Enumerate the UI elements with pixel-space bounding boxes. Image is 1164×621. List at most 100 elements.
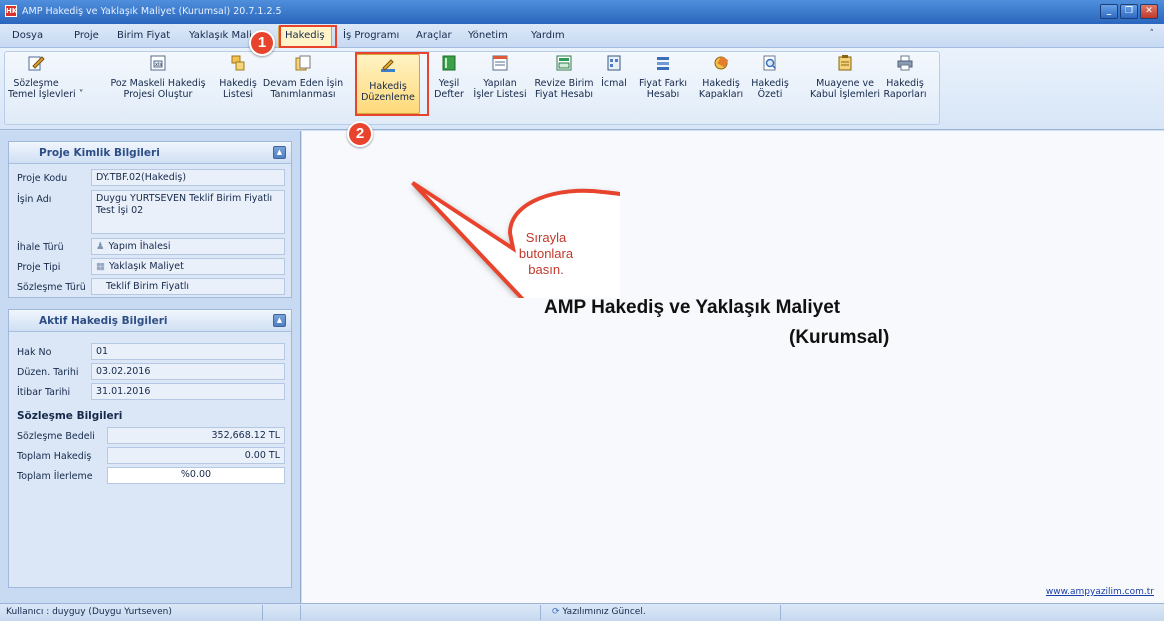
svg-text:xls: xls: [155, 62, 162, 68]
sozlesme-turu-field: Teklif Birim Fiyatlı: [91, 278, 285, 295]
active-progress-title: Aktif Hakediş Bilgileri: [39, 315, 168, 327]
green-book-icon: [442, 55, 456, 71]
duzen-tarihi-field: 03.02.2016: [91, 363, 285, 380]
isin-adi-field: Duygu YURTSEVEN Teklif Birim Fiyatlı Tes…: [91, 190, 285, 234]
itibar-tarihi-field: 31.01.2016: [91, 383, 285, 400]
hakedis-kapaklari-label-1: Hakediş: [702, 78, 740, 89]
yesil-defter-label-1: Yeşil: [438, 78, 460, 89]
hakedis-ozeti-label-1: Hakediş: [751, 78, 789, 89]
folders-icon: [231, 55, 245, 71]
status-user: Kullanıcı : duyguy (Duygu Yurtseven): [6, 607, 172, 617]
hakedis-kapaklari-label-2: Kapakları: [698, 89, 744, 100]
hakedis-ozeti-button[interactable]: Hakediş Özeti: [750, 54, 790, 100]
collapse-up-icon[interactable]: ▲: [273, 146, 286, 159]
collapse-up-icon[interactable]: ▲: [273, 314, 286, 327]
yesil-defter-label-2: Defter: [434, 89, 464, 100]
app-icon: HK: [5, 5, 18, 17]
proje-kodu-field: DY.TBF.02(Hakediş): [91, 169, 285, 186]
devam-eden-label-1: Devam Eden İşin: [262, 78, 344, 89]
status-separator: [540, 605, 541, 620]
brand-title: AMP Hakediş ve Yaklaşık Maliyet: [544, 297, 841, 318]
hakedis-kapaklari-button[interactable]: Hakediş Kapakları: [698, 54, 744, 100]
status-update-text: Yazılımınız Güncel.: [562, 607, 646, 617]
hakedis-menu-highlight: [279, 25, 337, 48]
proje-tipi-label: Proje Tipi: [17, 262, 61, 273]
fiyat-farki-label-2: Hesabı: [646, 89, 680, 100]
menu-araclar[interactable]: Araçlar: [416, 30, 452, 41]
project-info-header: Proje Kimlik Bilgileri ▲: [9, 142, 291, 164]
project-info-title: Proje Kimlik Bilgileri: [39, 147, 160, 159]
toplam-hakedis-label: Toplam Hakediş: [17, 451, 92, 462]
left-pane: Proje Kimlik Bilgileri ▲ Proje Kodu DY.T…: [0, 131, 301, 603]
toplam-hakedis-field: 0.00 TL: [107, 447, 285, 464]
muayene-label-2: Kabul İşlemleri: [809, 89, 881, 100]
sozlesme-bedeli-label: Sözleşme Bedeli: [17, 431, 95, 442]
hakedis-raporlari-button[interactable]: Hakediş Raporları: [882, 54, 928, 100]
menu-birim-fiyat[interactable]: Birim Fiyat: [117, 30, 170, 41]
icmal-button[interactable]: İcmal: [598, 54, 630, 89]
restore-button[interactable]: ❐: [1120, 4, 1138, 19]
active-progress-header: Aktif Hakediş Bilgileri ▲: [9, 310, 291, 332]
muayene-ve-kabul-islemleri-button[interactable]: Muayene ve Kabul İşlemleri: [808, 54, 882, 100]
clipboard-icon: [838, 55, 852, 71]
fiyat-farki-hesabi-button[interactable]: Fiyat Farkı Hesabı: [634, 54, 692, 100]
hakedis-listesi-label-1: Hakediş: [219, 78, 257, 89]
yesil-defter-button[interactable]: Yeşil Defter: [432, 54, 466, 100]
status-update: ⟳ Yazılımınız Güncel.: [552, 607, 646, 617]
yapilan-isler-label-1: Yapılan: [483, 78, 517, 89]
hakedis-ozeti-label-2: Özeti: [757, 89, 783, 100]
title-bar: HK AMP Hakediş ve Yaklaşık Maliyet (Kuru…: [0, 0, 1164, 24]
window-title: AMP Hakediş ve Yaklaşık Maliyet (Kurumsa…: [22, 6, 282, 17]
sync-icon: ⟳: [552, 607, 560, 617]
devam-eden-isin-tanimlanmasi-button[interactable]: Devam Eden İşin Tanımlanması: [262, 54, 344, 100]
menu-bar: Dosya Proje Birim Fiyat Yaklaşık Mali Ha…: [0, 24, 1164, 48]
hak-no-field: 01: [91, 343, 285, 360]
muayene-label-1: Muayene ve: [816, 78, 874, 89]
yapilan-isler-listesi-button[interactable]: Yapılan İşler Listesi: [470, 54, 530, 100]
menu-proje[interactable]: Proje: [74, 30, 99, 41]
calc-sheet-icon: [556, 55, 572, 71]
progress-bar: %0.00: [107, 467, 285, 484]
menu-yonetim[interactable]: Yönetim: [468, 30, 508, 41]
covers-icon: [714, 56, 729, 70]
sozlesme-bilgileri-heading: Sözleşme Bilgileri: [17, 410, 123, 422]
status-bar: Kullanıcı : duyguy (Duygu Yurtseven) ⟳ Y…: [0, 603, 1164, 621]
poz-maskeli-label-1: Poz Maskeli Hakediş: [110, 78, 206, 89]
proje-tipi-field: ▦ Yaklaşık Maliyet: [91, 258, 285, 275]
speech-bubble-text: Sırayla butonlara basın.: [492, 230, 600, 278]
menu-is-programi[interactable]: İş Programı: [343, 30, 399, 41]
menu-dosya[interactable]: Dosya: [12, 30, 43, 41]
minimize-button[interactable]: _: [1100, 4, 1118, 19]
revize-birim-fiyat-hesabi-button[interactable]: Revize Birim Fiyat Hesabı: [533, 54, 595, 100]
close-button[interactable]: ✕: [1140, 4, 1158, 19]
ihale-turu-label: İhale Türü: [17, 242, 64, 253]
ihale-turu-field: ♟ Yapım İhalesi: [91, 238, 285, 255]
devam-eden-label-2: Tanımlanması: [270, 89, 336, 100]
sozlesme-temel-islevleri-button[interactable]: Sözleşme Temel İşlevleri ˅: [8, 54, 84, 100]
sozlesme-turu-label: Sözleşme Türü: [17, 282, 86, 293]
progress-text: %0.00: [180, 469, 212, 480]
speech-line-2: butonlara: [518, 246, 574, 261]
spreadsheet-icon: xls: [150, 55, 166, 71]
summary-icon: [607, 55, 621, 71]
sozlesme-bedeli-field: 352,668.12 TL: [107, 427, 285, 444]
hakedis-listesi-button[interactable]: Hakediş Listesi: [216, 54, 260, 100]
menu-yaklasik-maliyet[interactable]: Yaklaşık Mali: [189, 30, 252, 41]
project-info-panel: Proje Kimlik Bilgileri ▲ Proje Kodu DY.T…: [8, 141, 292, 298]
active-progress-panel: Aktif Hakediş Bilgileri ▲ Hak No 01 Düze…: [8, 309, 292, 588]
sozlesme-label-2: Temel İşlevleri ˅: [8, 89, 84, 100]
hakedis-raporlari-label-2: Raporları: [883, 89, 927, 100]
menu-yardim[interactable]: Yardım: [531, 30, 565, 41]
printer-icon: [897, 55, 913, 71]
poz-maskeli-hakedis-button[interactable]: xls Poz Maskeli Hakediş Projesi Oluştur: [106, 54, 210, 100]
poz-maskeli-label-2: Projesi Oluştur: [123, 89, 193, 100]
window-controls: _ ❐ ✕: [1100, 4, 1158, 19]
isin-adi-label: İşin Adı: [17, 194, 52, 205]
hak-no-label: Hak No: [17, 347, 52, 358]
documents-icon: [295, 55, 311, 71]
calculator-icon: ▦: [96, 261, 105, 272]
hakedis-listesi-label-2: Listesi: [222, 89, 254, 100]
brand-subtitle: (Kurumsal): [789, 327, 890, 348]
ribbon-collapse-icon[interactable]: ˄: [1150, 29, 1155, 39]
website-link[interactable]: www.ampyazilim.com.tr: [1046, 587, 1154, 597]
